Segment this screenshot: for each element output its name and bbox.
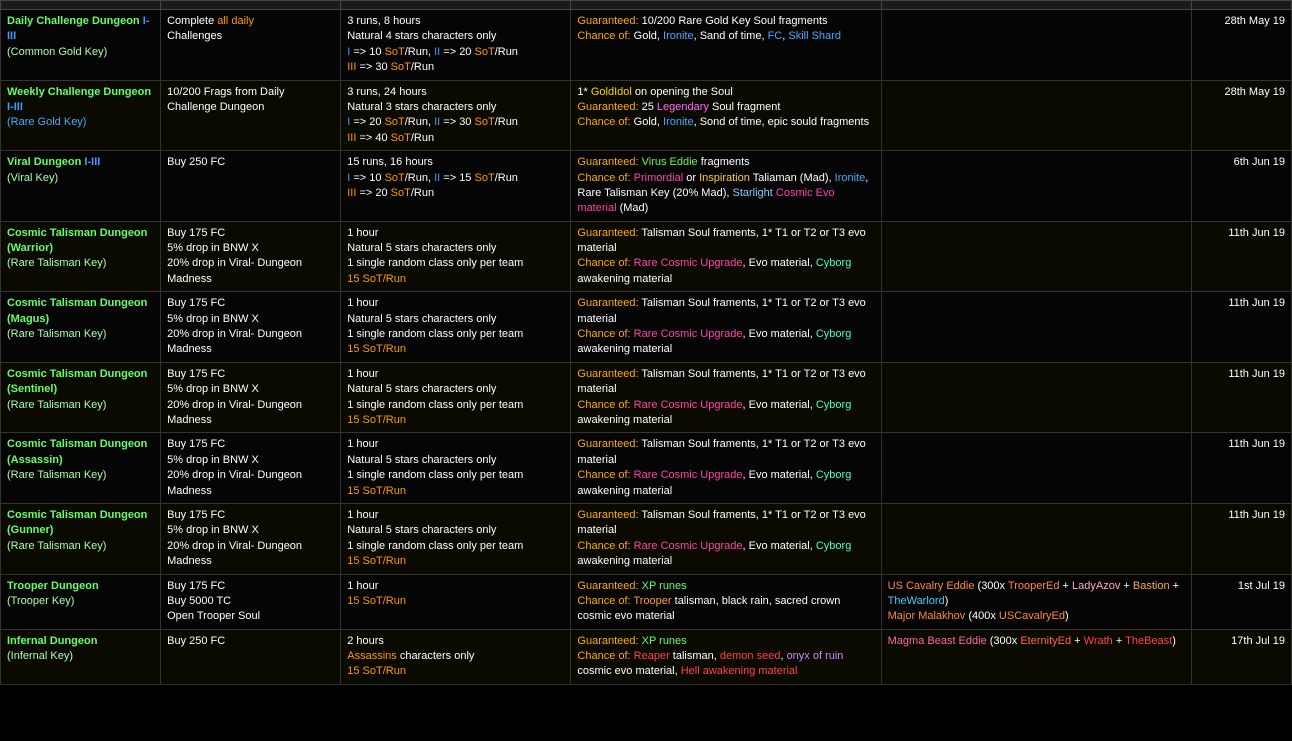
table-row: Viral Dungeon I-III (Viral Key) Buy 250 … bbox=[1, 151, 1292, 222]
achievements-cell bbox=[881, 433, 1191, 504]
level-cell: 1 hourNatural 5 stars characters only1 s… bbox=[341, 292, 571, 363]
table-row: Cosmic Talisman Dungeon (Gunner) (Rare T… bbox=[1, 503, 1292, 574]
achievements-cell bbox=[881, 221, 1191, 292]
dungeon-cell: Weekly Challenge Dungeon I-III (Rare Gol… bbox=[1, 80, 161, 151]
rewards-cell: Guaranteed: Talisman Soul framents, 1* T… bbox=[571, 362, 881, 433]
table-row: Weekly Challenge Dungeon I-III (Rare Gol… bbox=[1, 80, 1292, 151]
key-cell: Buy 175 FC5% drop in BNW X20% drop in Vi… bbox=[161, 221, 341, 292]
rewards-cell: Guaranteed: 10/200 Rare Gold Key Soul fr… bbox=[571, 10, 881, 81]
dungeon-cell: Cosmic Talisman Dungeon (Gunner) (Rare T… bbox=[1, 503, 161, 574]
table-row: Daily Challenge Dungeon I-III (Common Go… bbox=[1, 10, 1292, 81]
level-cell: 1 hour 15 SoT/Run bbox=[341, 574, 571, 629]
level-cell: 3 runs, 24 hours Natural 3 stars charact… bbox=[341, 80, 571, 151]
dungeon-cell: Cosmic Talisman Dungeon (Assassin) (Rare… bbox=[1, 433, 161, 504]
key-cell: Buy 175 FC5% drop in BNW X20% drop in Vi… bbox=[161, 292, 341, 363]
table-row: Cosmic Talisman Dungeon (Warrior) (Rare … bbox=[1, 221, 1292, 292]
key-cell: Buy 175 FCBuy 5000 TCOpen Trooper Soul bbox=[161, 574, 341, 629]
key-cell: Buy 175 FC5% drop in BNW X20% drop in Vi… bbox=[161, 503, 341, 574]
level-cell: 1 hourNatural 5 stars characters only1 s… bbox=[341, 503, 571, 574]
intro-cell: 11th Jun 19 bbox=[1191, 292, 1291, 363]
col-header-introduced bbox=[1191, 1, 1291, 10]
key-cell: Buy 175 FC5% drop in BNW X20% drop in Vi… bbox=[161, 362, 341, 433]
table-row: Trooper Dungeon (Trooper Key) Buy 175 FC… bbox=[1, 574, 1292, 629]
dungeon-cell: Cosmic Talisman Dungeon (Sentinel) (Rare… bbox=[1, 362, 161, 433]
rewards-cell: Guaranteed: Talisman Soul framents, 1* T… bbox=[571, 433, 881, 504]
level-cell: 2 hours Assassins characters only 15 SoT… bbox=[341, 629, 571, 684]
rewards-cell: Guaranteed: Talisman Soul framents, 1* T… bbox=[571, 503, 881, 574]
intro-cell: 11th Jun 19 bbox=[1191, 433, 1291, 504]
intro-cell: 28th May 19 bbox=[1191, 10, 1291, 81]
table-row: Cosmic Talisman Dungeon (Sentinel) (Rare… bbox=[1, 362, 1292, 433]
level-cell: 1 hourNatural 5 stars characters only1 s… bbox=[341, 221, 571, 292]
dungeon-cell: Cosmic Talisman Dungeon (Warrior) (Rare … bbox=[1, 221, 161, 292]
rewards-cell: Guaranteed: Virus Eddie fragments Chance… bbox=[571, 151, 881, 222]
table-row: Infernal Dungeon (Infernal Key) Buy 250 … bbox=[1, 629, 1292, 684]
level-cell: 1 hourNatural 5 stars characters only1 s… bbox=[341, 433, 571, 504]
key-cell: 10/200 Frags from DailyChallenge Dungeon bbox=[161, 80, 341, 151]
achievements-cell bbox=[881, 292, 1191, 363]
rewards-cell: Guaranteed: XP runes Chance of: Trooper … bbox=[571, 574, 881, 629]
achievements-cell bbox=[881, 80, 1191, 151]
achievements-cell: US Cavalry Eddie (300x TrooperEd + LadyA… bbox=[881, 574, 1191, 629]
intro-cell: 1st Jul 19 bbox=[1191, 574, 1291, 629]
rewards-cell: Guaranteed: Talisman Soul framents, 1* T… bbox=[571, 221, 881, 292]
intro-cell: 11th Jun 19 bbox=[1191, 362, 1291, 433]
dungeon-cell: Infernal Dungeon (Infernal Key) bbox=[1, 629, 161, 684]
intro-cell: 28th May 19 bbox=[1191, 80, 1291, 151]
dungeon-cell: Daily Challenge Dungeon I-III (Common Go… bbox=[1, 10, 161, 81]
dungeon-cell: Trooper Dungeon (Trooper Key) bbox=[1, 574, 161, 629]
col-header-dungeon bbox=[1, 1, 161, 10]
achievements-cell bbox=[881, 503, 1191, 574]
rewards-cell: Guaranteed: Talisman Soul framents, 1* T… bbox=[571, 292, 881, 363]
achievements-cell bbox=[881, 10, 1191, 81]
level-cell: 3 runs, 8 hours Natural 4 stars characte… bbox=[341, 10, 571, 81]
intro-cell: 6th Jun 19 bbox=[1191, 151, 1291, 222]
table-row: Cosmic Talisman Dungeon (Magus) (Rare Ta… bbox=[1, 292, 1292, 363]
level-cell: 15 runs, 16 hours I => 10 SoT/Run, II =>… bbox=[341, 151, 571, 222]
rewards-cell: 1* GoldIdol on opening the Soul Guarante… bbox=[571, 80, 881, 151]
key-cell: Buy 250 FC bbox=[161, 629, 341, 684]
col-header-level bbox=[341, 1, 571, 10]
achievements-cell bbox=[881, 151, 1191, 222]
intro-cell: 11th Jun 19 bbox=[1191, 221, 1291, 292]
achievements-cell bbox=[881, 362, 1191, 433]
dungeon-cell: Viral Dungeon I-III (Viral Key) bbox=[1, 151, 161, 222]
rewards-cell: Guaranteed: XP runes Chance of: Reaper t… bbox=[571, 629, 881, 684]
dungeon-cell: Cosmic Talisman Dungeon (Magus) (Rare Ta… bbox=[1, 292, 161, 363]
col-header-key bbox=[161, 1, 341, 10]
achievements-cell: Magma Beast Eddie (300x EternityEd + Wra… bbox=[881, 629, 1191, 684]
key-cell: Buy 175 FC5% drop in BNW X20% drop in Vi… bbox=[161, 433, 341, 504]
key-cell: Complete all dailyChallenges bbox=[161, 10, 341, 81]
level-cell: 1 hourNatural 5 stars characters only1 s… bbox=[341, 362, 571, 433]
table-row: Cosmic Talisman Dungeon (Assassin) (Rare… bbox=[1, 433, 1292, 504]
col-header-achievements bbox=[881, 1, 1191, 10]
col-header-rewards bbox=[571, 1, 881, 10]
key-cell: Buy 250 FC bbox=[161, 151, 341, 222]
intro-cell: 17th Jul 19 bbox=[1191, 629, 1291, 684]
intro-cell: 11th Jun 19 bbox=[1191, 503, 1291, 574]
